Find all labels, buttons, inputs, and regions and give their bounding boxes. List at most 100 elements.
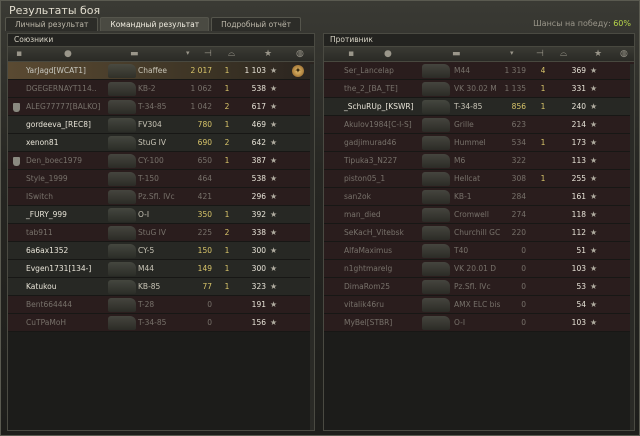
medal-header-icon[interactable]: ◍ <box>296 49 304 59</box>
table-row[interactable]: Den_boec1979 CY-100 650 1 387 ★ <box>8 152 314 170</box>
player-name[interactable]: Katukou <box>26 278 57 296</box>
tank-name: T40 <box>454 246 469 255</box>
player-icon[interactable]: ● <box>384 49 392 59</box>
player-name[interactable]: gordeeva_[REC8] <box>26 116 91 134</box>
table-row[interactable]: YarJagd[WCAT1] Chaffee 2 017 1 1 103 ★ ✦ <box>8 62 314 80</box>
tab-detailed[interactable]: Подробный отчёт <box>211 17 301 31</box>
table-row[interactable]: gordeeva_[REC8] FV304 780 1 469 ★ <box>8 116 314 134</box>
damage-icon[interactable]: ⊣ <box>204 49 212 59</box>
table-row[interactable]: Bent664444 T-28 0 191 ★ <box>8 296 314 314</box>
player-name[interactable]: Evgen1731[134-] <box>26 260 91 278</box>
player-name[interactable]: _SchuRUp_[KSWR] <box>344 98 414 116</box>
table-row[interactable]: _SchuRUp_[KSWR] T-34-85 856 1 240 ★ <box>324 98 634 116</box>
player-name[interactable]: san2ok <box>344 188 371 206</box>
player-name[interactable]: xenon81 <box>26 134 58 152</box>
player-name[interactable]: n1ghtmarelg <box>344 260 392 278</box>
tank-icon[interactable]: ▬ <box>452 49 461 59</box>
star-icon: ★ <box>270 228 278 237</box>
table-row[interactable]: AlfaMaximus T40 0 51 ★ <box>324 242 634 260</box>
table-row[interactable]: piston05_1 Hellcat 308 1 255 ★ <box>324 170 634 188</box>
table-row[interactable]: man_died Cromwell 274 118 ★ <box>324 206 634 224</box>
table-row[interactable]: _FURY_999 O-I 350 1 392 ★ <box>8 206 314 224</box>
table-row[interactable]: Ser_Lancelap M44 1 319 4 369 ★ <box>324 62 634 80</box>
squad-icon[interactable]: ▪ <box>16 49 22 59</box>
xp-star-icon[interactable]: ★ <box>594 49 602 59</box>
player-name[interactable]: Ser_Lancelap <box>344 62 394 80</box>
player-name[interactable]: gadjimurad46 <box>344 134 396 152</box>
table-row[interactable]: vitalik46ru AMX ELC bis 0 54 ★ <box>324 296 634 314</box>
table-row[interactable]: Evgen1731[134-] M44 149 1 300 ★ <box>8 260 314 278</box>
table-row[interactable]: Katukou KB-85 77 1 323 ★ <box>8 278 314 296</box>
kills-icon[interactable]: ⌓ <box>560 49 567 59</box>
table-row[interactable]: DGEGERNAYT114.. KB-2 1 062 1 538 ★ <box>8 80 314 98</box>
damage-value: 225 <box>197 228 212 237</box>
player-name[interactable]: Style_1999 <box>26 170 68 188</box>
player-name[interactable]: MyBel[STBR] <box>344 314 392 332</box>
player-name[interactable]: DimaRom25 <box>344 278 390 296</box>
enemies-scrollbar[interactable] <box>630 64 634 430</box>
table-row[interactable]: ALEG77777[BALKO] T-34-85 1 042 2 617 ★ <box>8 98 314 116</box>
star-icon: ★ <box>590 318 598 327</box>
table-row[interactable]: CuTPaMoH T-34-85 0 156 ★ <box>8 314 314 332</box>
squad-icon[interactable]: ▪ <box>348 49 354 59</box>
player-name[interactable]: Tipuka3_N227 <box>344 152 397 170</box>
table-row[interactable]: xenon81 StuG IV 690 2 642 ★ <box>8 134 314 152</box>
xp-value: 240 <box>571 102 586 111</box>
player-name[interactable]: ISwitch <box>26 188 53 206</box>
star-icon: ★ <box>270 318 278 327</box>
enemies-title: Противник <box>324 34 634 46</box>
player-name[interactable]: tab911 <box>26 224 53 242</box>
player-name[interactable]: vitalik46ru <box>344 296 384 314</box>
player-name[interactable]: YarJagd[WCAT1] <box>26 62 86 80</box>
tank-name: O-I <box>138 210 150 219</box>
table-row[interactable]: Tipuka3_N227 M6 322 113 ★ <box>324 152 634 170</box>
tank-name: FV304 <box>138 120 162 129</box>
player-name[interactable]: ALEG77777[BALKO] <box>26 98 100 116</box>
table-row[interactable]: ISwitch Pz.Sfl. IVc 421 296 ★ <box>8 188 314 206</box>
table-row[interactable]: MyBel[STBR] O-I 0 103 ★ <box>324 314 634 332</box>
kills-value: 2 <box>224 228 230 237</box>
xp-value: 323 <box>251 282 266 291</box>
table-row[interactable]: the_2_[BA_TE] VK 30.02 M1 135 1 331 ★ <box>324 80 634 98</box>
tank-icon <box>108 298 136 312</box>
table-row[interactable]: gadjimurad46 Hummel 534 1 173 ★ <box>324 134 634 152</box>
player-icon[interactable]: ● <box>64 49 72 59</box>
table-row[interactable]: Style_1999 T-150 464 538 ★ <box>8 170 314 188</box>
player-name[interactable]: Bent664444 <box>26 296 72 314</box>
table-row[interactable]: Akulov1984[C-I-S] Grille 623 214 ★ <box>324 116 634 134</box>
tab-team[interactable]: Командный результат <box>100 17 210 31</box>
table-row[interactable]: SeKacH_Vitebsk Churchill GC 220 112 ★ <box>324 224 634 242</box>
sort-chevron-down-icon[interactable]: ▾ <box>186 49 190 57</box>
player-name[interactable]: the_2_[BA_TE] <box>344 80 398 98</box>
damage-value: 150 <box>197 246 212 255</box>
player-name[interactable]: SeKacH_Vitebsk <box>344 224 404 242</box>
medal-icon[interactable]: ✦ <box>292 65 304 77</box>
player-name[interactable]: piston05_1 <box>344 170 385 188</box>
tank-icon <box>108 118 136 132</box>
xp-star-icon[interactable]: ★ <box>264 49 272 59</box>
tab-personal[interactable]: Личный результат <box>5 17 99 31</box>
tank-name: CY-5 <box>138 246 155 255</box>
table-row[interactable]: tab911 StuG IV 225 2 338 ★ <box>8 224 314 242</box>
table-row[interactable]: san2ok KB-1 284 161 ★ <box>324 188 634 206</box>
kills-value: 1 <box>224 66 230 75</box>
table-row[interactable]: 6a6ax1352 CY-5 150 1 300 ★ <box>8 242 314 260</box>
player-name[interactable]: man_died <box>344 206 381 224</box>
kills-icon[interactable]: ⌓ <box>228 49 235 59</box>
damage-value: 0 <box>521 318 526 327</box>
tank-name: T-28 <box>138 300 155 309</box>
table-row[interactable]: n1ghtmarelg VK 20.01 D 0 103 ★ <box>324 260 634 278</box>
player-name[interactable]: Akulov1984[C-I-S] <box>344 116 412 134</box>
player-name[interactable]: 6a6ax1352 <box>26 242 68 260</box>
player-name[interactable]: _FURY_999 <box>26 206 67 224</box>
player-name[interactable]: Den_boec1979 <box>26 152 82 170</box>
table-row[interactable]: DimaRom25 Pz.Sfl. IVc 0 53 ★ <box>324 278 634 296</box>
sort-chevron-down-icon[interactable]: ▾ <box>510 49 514 57</box>
medal-header-icon[interactable]: ◍ <box>620 49 628 59</box>
player-name[interactable]: DGEGERNAYT114.. <box>26 80 97 98</box>
damage-icon[interactable]: ⊣ <box>536 49 544 59</box>
player-name[interactable]: CuTPaMoH <box>26 314 66 332</box>
allies-scrollbar[interactable] <box>310 64 314 430</box>
player-name[interactable]: AlfaMaximus <box>344 242 392 260</box>
tank-icon[interactable]: ▬ <box>130 49 139 59</box>
